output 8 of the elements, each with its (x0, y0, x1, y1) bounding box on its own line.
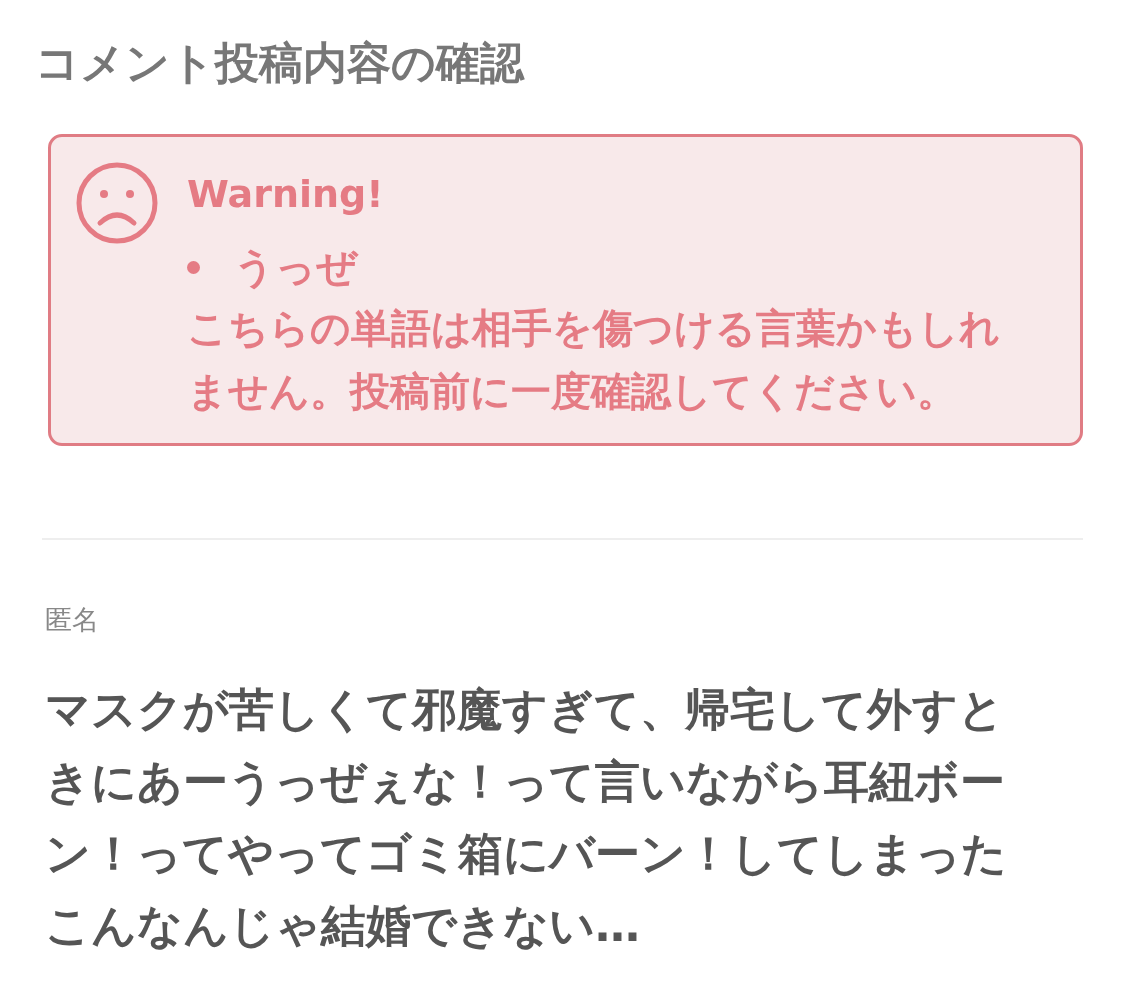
sad-face-icon (75, 161, 159, 245)
flagged-word: うっぜ (234, 243, 357, 292)
author-name: 匿名 (45, 603, 100, 637)
page-title: コメント投稿内容の確認 (35, 36, 526, 90)
bullet-icon (187, 260, 200, 274)
comment-text: マスクが苦しくて邪魔すぎて、帰宅して外すときにあーうっぜぇな！って言いながら耳紐ボーン！ってやってゴミ箱にバーン！してしまったこんなんじゃ結婚できない… (45, 682, 1008, 954)
warning-message: こちらの単語は相手を傷つける言葉かもしれません。投稿前に一度確認してください。 (187, 304, 1001, 416)
warning-heading: Warning! (187, 171, 385, 218)
